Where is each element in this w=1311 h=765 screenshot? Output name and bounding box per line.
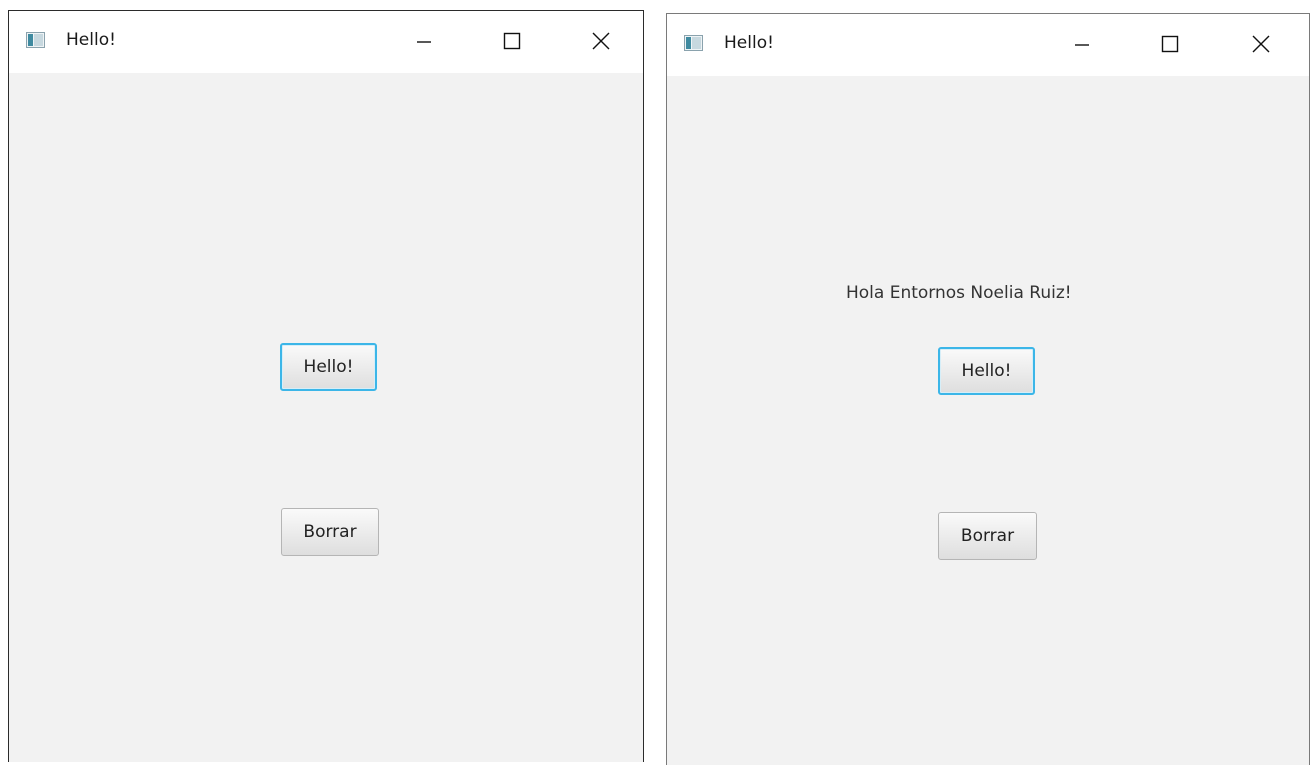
client-area: Hello! Borrar xyxy=(9,73,643,762)
minimize-icon xyxy=(417,41,431,43)
window-title: Hello! xyxy=(66,30,116,50)
minimize-button[interactable] xyxy=(1062,28,1102,60)
hello-window-after: Hello! Hola Entornos Noelia Ruiz! Hello!… xyxy=(666,13,1310,765)
title-bar[interactable]: Hello! xyxy=(667,14,1309,76)
maximize-button[interactable] xyxy=(1150,28,1190,60)
maximize-button[interactable] xyxy=(492,25,532,57)
close-icon xyxy=(1252,35,1270,53)
borrar-button[interactable]: Borrar xyxy=(938,512,1037,560)
client-area: Hola Entornos Noelia Ruiz! Hello! Borrar xyxy=(667,76,1309,765)
app-window-icon xyxy=(26,32,45,48)
minimize-icon xyxy=(1075,44,1089,46)
hello-button[interactable]: Hello! xyxy=(280,343,377,391)
maximize-icon xyxy=(503,32,521,50)
window-title: Hello! xyxy=(724,33,774,53)
app-window-icon xyxy=(684,35,703,51)
greeting-label: Hola Entornos Noelia Ruiz! xyxy=(846,283,1072,303)
close-button[interactable] xyxy=(581,25,621,57)
minimize-button[interactable] xyxy=(404,25,444,57)
close-button[interactable] xyxy=(1241,28,1281,60)
hello-window-before: Hello! Hello! Borrar xyxy=(8,10,644,762)
close-icon xyxy=(592,32,610,50)
maximize-icon xyxy=(1161,35,1179,53)
title-bar[interactable]: Hello! xyxy=(9,11,643,73)
borrar-button[interactable]: Borrar xyxy=(281,508,379,556)
hello-button[interactable]: Hello! xyxy=(938,347,1035,395)
